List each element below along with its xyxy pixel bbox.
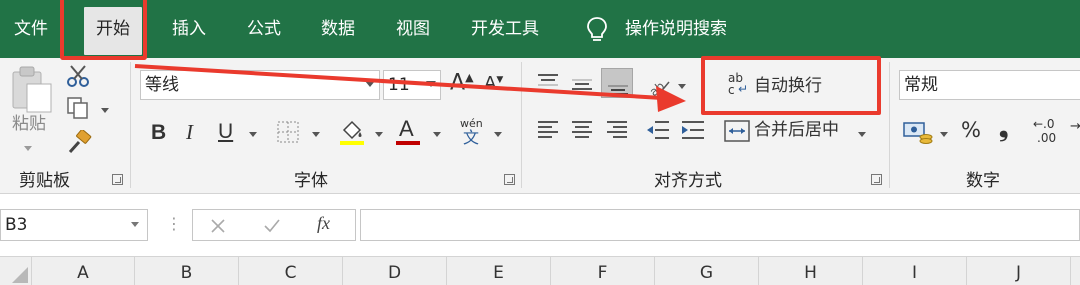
formula-bar: B3 ⋮ fx: [0, 195, 1080, 253]
middle-align-icon[interactable]: [570, 72, 594, 96]
font-size-value: 11: [388, 75, 410, 95]
column-headers: A B C D E F G H I J: [0, 256, 1080, 285]
phonetic-guide-icon[interactable]: 文: [463, 130, 479, 146]
borders-dropdown-icon[interactable]: [312, 132, 320, 137]
orientation-dropdown-icon[interactable]: [678, 84, 686, 89]
select-all-triangle-icon: [12, 267, 28, 283]
underline-dropdown-icon[interactable]: [249, 132, 257, 137]
tab-file[interactable]: 文件: [14, 0, 48, 58]
number-group-label: 数字: [966, 171, 1000, 191]
separator: [130, 62, 131, 188]
column-header-d[interactable]: D: [343, 257, 447, 285]
accounting-dropdown-icon[interactable]: [940, 132, 948, 137]
font-size-combo[interactable]: 11: [383, 70, 441, 100]
clipboard-dialog-launcher-icon[interactable]: [112, 174, 123, 185]
column-header-c[interactable]: C: [239, 257, 343, 285]
cancel-x-icon[interactable]: [210, 218, 226, 234]
cut-scissors-icon[interactable]: [66, 64, 90, 88]
increase-indent-icon[interactable]: [680, 118, 706, 142]
shrink-font-glyph: A: [484, 73, 497, 94]
number-format-value: 常规: [904, 75, 938, 95]
increase-decimal-top: ←.0: [1033, 117, 1055, 131]
lightbulb-icon: [587, 17, 607, 41]
select-all-corner[interactable]: [0, 257, 32, 285]
column-header-b[interactable]: B: [135, 257, 239, 285]
column-header-i[interactable]: I: [863, 257, 967, 285]
name-box[interactable]: B3: [0, 209, 148, 241]
align-center-icon[interactable]: [570, 118, 594, 142]
top-align-icon[interactable]: [536, 72, 560, 96]
column-header-e[interactable]: E: [447, 257, 551, 285]
increase-decimal-icon[interactable]: .00: [1037, 132, 1056, 144]
copy-icon[interactable]: [66, 96, 90, 120]
insert-function-button[interactable]: fx: [317, 213, 330, 234]
name-box-dropdown-icon[interactable]: [131, 222, 139, 227]
tab-formulas[interactable]: 公式: [247, 0, 281, 58]
ribbon-tab-bar: 文件 开始 插入 公式 数据 视图 开发工具 操作说明搜索: [0, 0, 1080, 58]
separator: [889, 62, 890, 188]
bottom-align-button[interactable]: [601, 68, 633, 98]
paste-dropdown-icon[interactable]: [24, 146, 32, 151]
column-header-a[interactable]: A: [32, 257, 135, 285]
accounting-format-icon[interactable]: [903, 120, 933, 144]
borders-icon[interactable]: [276, 120, 300, 144]
grow-font-glyph: A: [450, 70, 466, 96]
column-header-h[interactable]: H: [759, 257, 863, 285]
percent-style-button[interactable]: %: [961, 120, 981, 141]
font-color-button[interactable]: A: [399, 118, 414, 140]
underline-button[interactable]: U: [218, 121, 233, 142]
ribbon-home: 粘贴 剪贴板 等线 11 A▲ A▼ B I U A wén 文 字体 ab a…: [0, 58, 1080, 194]
font-size-dropdown-icon[interactable]: [426, 81, 436, 87]
tab-data[interactable]: 数据: [321, 0, 355, 58]
name-box-value: B3: [5, 215, 28, 235]
alignment-group-label: 对齐方式: [654, 171, 722, 191]
bold-button[interactable]: B: [151, 122, 166, 143]
tab-developer[interactable]: 开发工具: [471, 0, 539, 58]
merge-center-button[interactable]: 合并后居中: [754, 122, 839, 139]
paste-icon[interactable]: [10, 64, 56, 114]
tab-insert[interactable]: 插入: [172, 0, 206, 58]
fill-color-dropdown-icon[interactable]: [375, 132, 383, 137]
decrease-decimal-icon[interactable]: →: [1070, 120, 1080, 133]
fill-color-bucket-icon[interactable]: [338, 118, 366, 146]
merge-center-icon[interactable]: [724, 120, 750, 142]
align-left-icon[interactable]: [536, 118, 560, 142]
orientation-icon[interactable]: ab: [645, 72, 671, 98]
formula-input[interactable]: [360, 209, 1080, 241]
decrease-indent-icon[interactable]: [645, 118, 671, 142]
tell-me-search[interactable]: 操作说明搜索: [625, 0, 727, 58]
column-header-j[interactable]: J: [967, 257, 1071, 285]
font-name-combo[interactable]: 等线: [140, 70, 380, 100]
font-name-dropdown-icon[interactable]: [365, 81, 375, 87]
column-header-g[interactable]: G: [655, 257, 759, 285]
enter-check-icon[interactable]: [263, 218, 281, 234]
annotation-highlight-wrap-text: [701, 56, 881, 115]
font-color-bar: [396, 141, 420, 145]
separator: [521, 62, 522, 188]
alignment-dialog-launcher-icon[interactable]: [871, 174, 882, 185]
increase-font-size-icon[interactable]: A▲: [450, 72, 474, 94]
font-group-label: 字体: [294, 171, 328, 191]
paste-button[interactable]: 粘贴: [12, 116, 46, 133]
annotation-highlight-home-tab: [60, 0, 147, 60]
comma-style-button[interactable]: ❟: [999, 116, 1008, 140]
font-name-value: 等线: [145, 75, 179, 95]
phonetic-dropdown-icon[interactable]: [494, 132, 502, 137]
font-dialog-launcher-icon[interactable]: [504, 174, 515, 185]
copy-dropdown-icon[interactable]: [101, 108, 109, 113]
tab-view[interactable]: 视图: [396, 0, 430, 58]
font-color-dropdown-icon[interactable]: [433, 132, 441, 137]
merge-center-dropdown-icon[interactable]: [858, 132, 866, 137]
align-right-icon[interactable]: [605, 118, 629, 142]
bottom-align-icon: [608, 85, 628, 95]
decrease-font-size-icon[interactable]: A▼: [484, 75, 503, 93]
number-format-combo[interactable]: 常规: [899, 70, 1080, 100]
format-painter-icon[interactable]: [66, 130, 92, 156]
clipboard-group-label: 剪贴板: [19, 171, 70, 191]
formula-buttons: fx: [192, 209, 356, 241]
column-header-f[interactable]: F: [551, 257, 655, 285]
formula-bar-grip-icon: ⋮: [166, 214, 182, 233]
italic-button[interactable]: I: [186, 122, 193, 143]
